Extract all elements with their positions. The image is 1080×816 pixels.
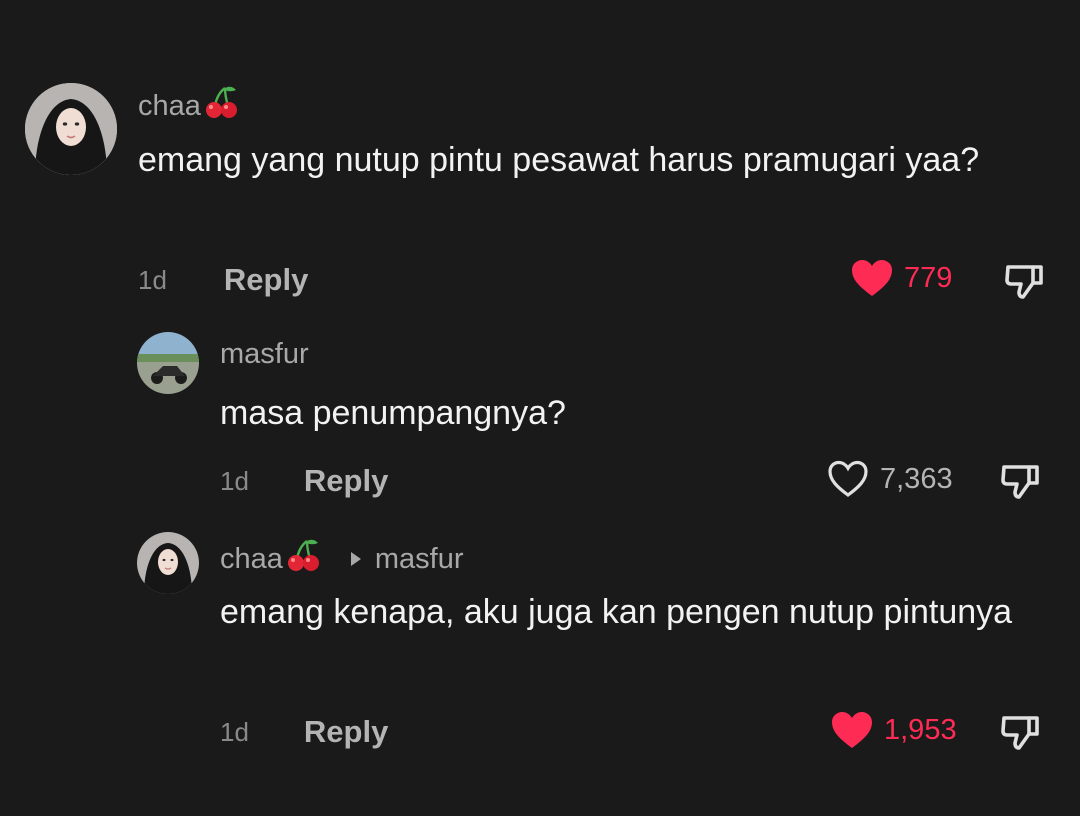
comment-username[interactable]: chaa masfur: [220, 537, 464, 581]
like-count: 779: [904, 261, 953, 294]
reply-button[interactable]: Reply: [304, 463, 388, 499]
thumbs-down-icon: [1005, 265, 1043, 299]
reply-button[interactable]: Reply: [304, 714, 388, 750]
thumbs-down-icon: [1001, 465, 1039, 499]
like-button[interactable]: 1,953: [830, 710, 957, 750]
comment-time: 1d: [220, 716, 249, 747]
avatar[interactable]: [137, 332, 199, 394]
comment-username[interactable]: chaa: [138, 84, 239, 128]
heart-outline-icon: [828, 460, 868, 497]
like-button[interactable]: 7,363: [826, 459, 953, 499]
dislike-button[interactable]: [999, 710, 1043, 754]
heart-filled-icon: [852, 260, 892, 296]
reply-arrow-icon: [350, 552, 361, 566]
avatar[interactable]: [25, 83, 117, 175]
like-button[interactable]: 779: [850, 258, 952, 298]
comment-meta: 1d Reply: [220, 463, 388, 499]
replying-to-username[interactable]: masfur: [375, 543, 464, 576]
cherries-icon: [203, 84, 239, 128]
thumbs-down-icon: [1001, 716, 1039, 750]
avatar[interactable]: [137, 532, 199, 594]
comment-time: 1d: [138, 264, 167, 295]
reply-button[interactable]: Reply: [224, 262, 308, 298]
like-count: 7,363: [880, 462, 953, 495]
comment-meta: 1d Reply: [220, 714, 388, 750]
comment-text: masa penumpangnya?: [220, 394, 566, 432]
dislike-button[interactable]: [999, 459, 1043, 503]
comment-meta: 1d Reply: [138, 262, 308, 298]
comment-text: emang kenapa, aku juga kan pengen nutup …: [220, 593, 1013, 631]
dislike-button[interactable]: [1003, 259, 1047, 303]
cherries-icon: [285, 537, 321, 581]
comment-text: emang yang nutup pintu pesawat harus pra…: [138, 141, 980, 179]
comment-username[interactable]: masfur: [220, 338, 309, 371]
like-count: 1,953: [884, 713, 957, 746]
heart-filled-icon: [832, 712, 872, 748]
comment-time: 1d: [220, 465, 249, 496]
